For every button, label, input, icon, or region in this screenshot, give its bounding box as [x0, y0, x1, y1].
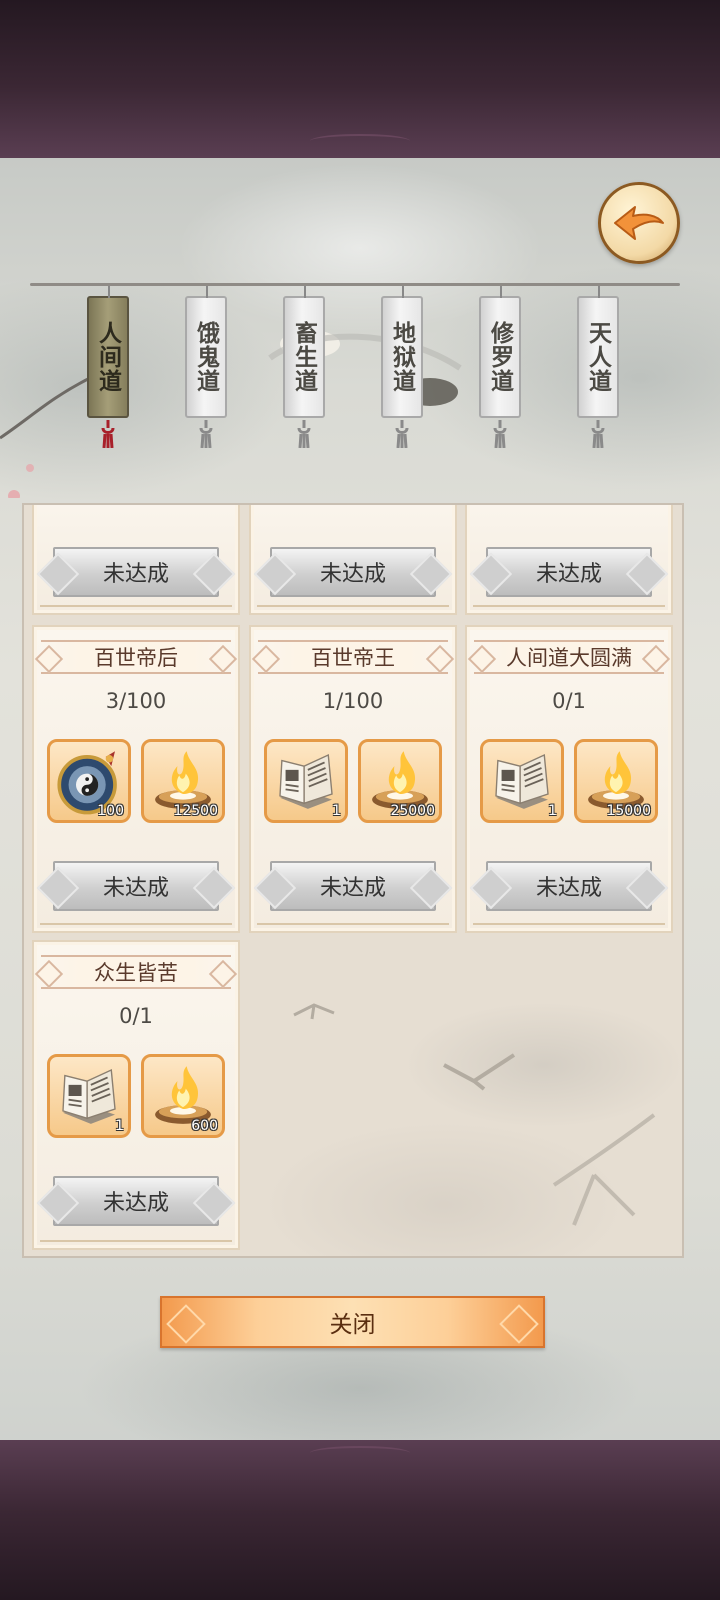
reward-item[interactable]: 25000	[358, 739, 442, 823]
reward-item[interactable]: 1	[480, 739, 564, 823]
gray-tassel-icon	[297, 420, 311, 448]
gray-tassel-icon	[493, 420, 507, 448]
close-button[interactable]: 关闭	[160, 1296, 545, 1348]
status-label: 未达成	[319, 562, 386, 587]
reward-item[interactable]: 1	[47, 1054, 131, 1138]
tab-label: 天人道	[584, 321, 612, 393]
tab-renjian[interactable]: 人间道	[87, 286, 129, 448]
achievement-card: 未达成	[465, 505, 673, 615]
reward-count: 600	[191, 1118, 218, 1134]
crane-decoration	[293, 1003, 656, 1226]
achievement-card: 未达成	[249, 505, 457, 615]
tab-label: 修罗道	[486, 321, 514, 393]
tab-tianren[interactable]: 天人道	[577, 286, 619, 448]
achievement-list-panel[interactable]: 未达成 未达成 未达成 百世帝后 3/100 100 12500 未达成 百世帝…	[22, 503, 684, 1258]
card-title: 百世帝王	[258, 640, 448, 674]
status-label: 未达成	[102, 1191, 169, 1216]
reward-item[interactable]: 1	[264, 739, 348, 823]
status-button[interactable]: 未达成	[270, 861, 436, 911]
reward-item[interactable]: 15000	[574, 739, 658, 823]
arrow-left-icon	[614, 206, 664, 240]
tab-label: 人间道	[94, 321, 122, 393]
tab-label: 畜生道	[290, 321, 318, 393]
achievement-card: 百世帝王 1/100 1 25000 未达成	[249, 625, 457, 933]
status-button[interactable]: 未达成	[53, 1176, 219, 1226]
status-label: 未达成	[102, 562, 169, 587]
reward-count: 25000	[390, 803, 435, 819]
reward-count: 100	[97, 803, 124, 819]
achievement-card: 人间道大圆满 0/1 1 15000 未达成	[465, 625, 673, 933]
status-button[interactable]: 未达成	[53, 861, 219, 911]
top-ornament	[310, 134, 410, 148]
tab-egui[interactable]: 饿鬼道	[185, 286, 227, 448]
status-label: 未达成	[102, 876, 169, 901]
reward-count: 1	[115, 1118, 124, 1134]
tab-label: 饿鬼道	[192, 321, 220, 393]
status-label: 未达成	[535, 876, 602, 901]
progress-text: 0/1	[119, 1004, 153, 1028]
reward-count: 15000	[606, 803, 651, 819]
achievement-card: 百世帝后 3/100 100 12500 未达成	[32, 625, 240, 933]
status-button[interactable]: 未达成	[486, 547, 652, 597]
close-label: 关闭	[329, 1312, 376, 1338]
gray-tassel-icon	[199, 420, 213, 448]
card-title: 百世帝后	[41, 640, 231, 674]
status-button[interactable]: 未达成	[53, 547, 219, 597]
reward-item[interactable]: 600	[141, 1054, 225, 1138]
achievement-card: 未达成	[32, 505, 240, 615]
tab-diyu[interactable]: 地狱道	[381, 286, 423, 448]
tab-chusheng[interactable]: 畜生道	[283, 286, 325, 448]
card-title: 人间道大圆满	[474, 640, 664, 674]
progress-text: 1/100	[322, 689, 384, 713]
reward-count: 1	[548, 803, 557, 819]
progress-text: 3/100	[105, 689, 167, 713]
back-button[interactable]	[598, 182, 680, 264]
status-button[interactable]: 未达成	[270, 547, 436, 597]
tab-label: 地狱道	[388, 321, 416, 393]
bottom-frame-band	[0, 1440, 720, 1600]
reward-count: 12500	[173, 803, 218, 819]
top-frame-band	[0, 0, 720, 158]
status-label: 未达成	[535, 562, 602, 587]
status-button[interactable]: 未达成	[486, 861, 652, 911]
tab-string	[206, 286, 208, 298]
tab-string	[108, 286, 110, 298]
tab-string	[598, 286, 600, 298]
reward-item[interactable]: 12500	[141, 739, 225, 823]
card-title: 众生皆苦	[41, 955, 231, 989]
tab-string	[402, 286, 404, 298]
bottom-ornament	[310, 1446, 410, 1460]
achievement-card: 众生皆苦 0/1 1 600 未达成	[32, 940, 240, 1250]
tab-xiuluo[interactable]: 修罗道	[479, 286, 521, 448]
hanging-rope	[30, 283, 680, 286]
gray-tassel-icon	[395, 420, 409, 448]
gray-tassel-icon	[591, 420, 605, 448]
status-label: 未达成	[319, 876, 386, 901]
reward-item[interactable]: 100	[47, 739, 131, 823]
tab-string	[304, 286, 306, 298]
tab-string	[500, 286, 502, 298]
red-tassel-icon	[101, 420, 115, 448]
progress-text: 0/1	[552, 689, 586, 713]
reward-count: 1	[332, 803, 341, 819]
